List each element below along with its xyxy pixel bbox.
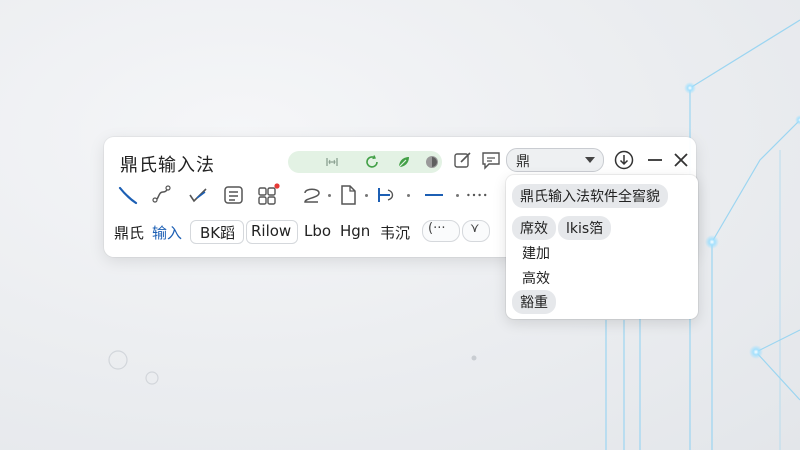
candidate-item[interactable]: Hgn [340,222,370,240]
pen-icon[interactable] [116,183,140,207]
separator-dot [407,194,410,197]
separator-icon[interactable] [374,183,398,207]
loop-icon[interactable] [300,183,324,207]
dropdown-popup-menu: 鼎氏输入法软件全窖貌 席效 lkis箔 建加 高效 豁重 [506,175,698,319]
edit-icon[interactable] [452,149,474,171]
candidate-item[interactable]: Rilow [251,222,291,240]
moon-icon[interactable] [424,154,440,170]
menu-item[interactable]: 鼎氏输入法软件全窖貌 [512,184,668,208]
dropdown-value: 鼎 [516,154,530,170]
candidate-item[interactable]: 韦沉 [380,222,410,243]
document-icon[interactable] [336,183,360,207]
leaf-icon[interactable] [396,154,412,170]
download-icon[interactable] [613,149,635,171]
candidate-item[interactable]: 鼎氏 [114,222,144,243]
candidate-item-selected[interactable]: 输入 [152,222,182,243]
menu-item[interactable]: 席效 [512,216,556,240]
curve-icon[interactable] [150,183,174,207]
apps-icon[interactable] [256,183,280,207]
separator-dot [365,194,368,197]
expand-button[interactable]: ⋎ [462,220,490,242]
minimize-icon[interactable] [644,149,666,171]
separator-dot [456,194,459,197]
menu-item[interactable]: 建加 [522,243,550,263]
dictionary-dropdown[interactable]: 鼎 [506,148,604,172]
chevron-down-icon [585,157,595,163]
status-pill [288,151,442,173]
app-title: 鼎氏输入法 [120,155,215,176]
comment-icon[interactable] [480,149,502,171]
separator-dot [328,194,331,197]
more-candidates-label: (··· [428,221,446,236]
dots-icon[interactable] [466,183,490,207]
menu-item[interactable]: 高效 [522,268,550,288]
candidate-item[interactable]: BK蹈 [200,222,235,243]
candidate-item[interactable]: Lbo [304,222,331,240]
more-candidates-button[interactable]: (··· [422,220,460,242]
code-icon[interactable] [324,154,340,170]
dash-icon[interactable] [422,183,446,207]
menu-item[interactable]: lkis箔 [558,216,612,240]
check-stroke-icon[interactable] [186,183,210,207]
chevron-down-icon: ⋎ [470,221,480,236]
close-icon[interactable] [670,149,692,171]
menu-item[interactable]: 豁重 [512,290,556,314]
layers-icon[interactable] [222,183,246,207]
refresh-icon[interactable] [364,154,380,170]
